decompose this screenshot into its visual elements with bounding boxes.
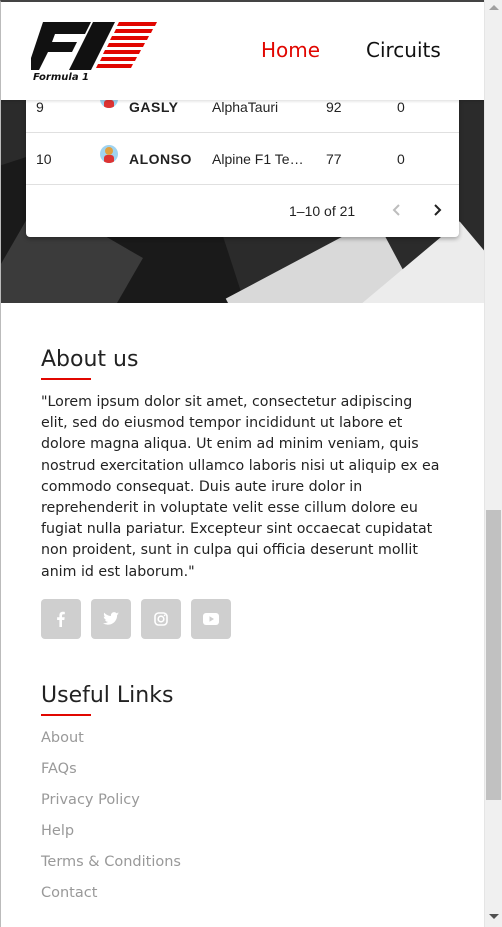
youtube-button[interactable] — [191, 599, 231, 639]
link-terms-conditions[interactable]: Terms & Conditions — [41, 852, 341, 883]
position-cell: 10 — [36, 150, 52, 167]
page: Formula 1 Home Circuits 9 GASLY AlphaTau… — [0, 0, 484, 927]
link-help[interactable]: Help — [41, 821, 341, 852]
header: Formula 1 Home Circuits — [1, 2, 484, 100]
facebook-button[interactable] — [41, 599, 81, 639]
team-cell: AlphaTauri — [212, 100, 279, 115]
nav-circuits-link[interactable]: Circuits — [366, 38, 441, 62]
team-cell: Alpine F1 Team — [212, 150, 307, 167]
title-underline — [41, 714, 91, 716]
f1-logo[interactable]: Formula 1 — [27, 18, 161, 84]
driver-name-cell: GASLY — [129, 100, 179, 115]
about-text: "Lorem ipsum dolor sit amet, consectetur… — [41, 394, 440, 580]
table-row[interactable]: 10 ALONSO Alpine F1 Team 77 0 — [26, 133, 459, 185]
points-cell: 92 — [326, 100, 342, 115]
twitter-button[interactable] — [91, 599, 131, 639]
about-title: About us — [41, 347, 139, 372]
nav-home-link[interactable]: Home — [261, 38, 320, 62]
hero-banner: 9 GASLY AlphaTauri 92 0 10 ALONSO Alpine… — [1, 100, 484, 303]
driver-avatar — [100, 100, 118, 108]
next-page-button[interactable] — [424, 197, 450, 223]
chevron-right-icon — [434, 204, 442, 216]
link-faqs[interactable]: FAQs — [41, 759, 341, 790]
link-privacy-policy[interactable]: Privacy Policy — [41, 790, 341, 821]
logo-caption: Formula 1 — [33, 72, 89, 83]
previous-page-button[interactable] — [384, 197, 410, 223]
useful-links-list: About FAQs Privacy Policy Help Terms & C… — [41, 728, 341, 914]
points-cell: 77 — [326, 150, 342, 167]
wins-cell: 0 — [397, 100, 405, 115]
driver-avatar — [100, 145, 118, 164]
pagination-info: 1–10 of 21 — [289, 203, 356, 219]
driver-name-cell: ALONSO — [129, 150, 192, 167]
position-cell: 9 — [36, 100, 44, 115]
chevron-left-icon — [392, 204, 400, 216]
link-about[interactable]: About — [41, 728, 341, 759]
about-section: About us "Lorem ipsum dolor sit amet, co… — [41, 347, 441, 583]
page-scrollbar[interactable] — [484, 0, 502, 927]
title-underline — [41, 378, 91, 380]
standings-table: 9 GASLY AlphaTauri 92 0 10 ALONSO Alpine… — [26, 100, 459, 237]
instagram-button[interactable] — [141, 599, 181, 639]
scroll-up-arrow-icon[interactable] — [489, 5, 499, 10]
facebook-icon — [57, 611, 65, 627]
youtube-icon — [203, 613, 219, 625]
table-row[interactable]: 9 GASLY AlphaTauri 92 0 — [26, 100, 459, 133]
useful-links-title: Useful Links — [41, 683, 174, 708]
scrollbar-thumb[interactable] — [486, 510, 501, 800]
link-contact[interactable]: Contact — [41, 883, 341, 914]
instagram-icon — [154, 612, 168, 626]
useful-links-section: Useful Links About FAQs Privacy Policy H… — [41, 683, 341, 914]
wins-cell: 0 — [397, 150, 405, 167]
twitter-icon — [103, 612, 119, 625]
scroll-down-arrow-icon[interactable] — [489, 914, 499, 919]
table-pagination: 1–10 of 21 — [26, 185, 459, 237]
